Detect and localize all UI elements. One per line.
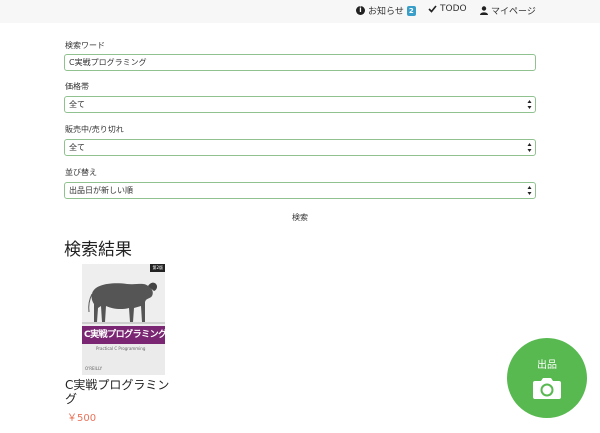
price-label: 価格帯 bbox=[65, 82, 89, 91]
user-icon bbox=[480, 6, 488, 15]
product-price: ￥500 bbox=[67, 413, 97, 424]
sell-button[interactable]: 出品 bbox=[507, 338, 587, 418]
check-icon bbox=[428, 5, 437, 13]
notifications-link[interactable]: i お知らせ 2 bbox=[356, 4, 416, 17]
product-image[interactable]: 第2版 C実戦プログラミング Practical C Programming O… bbox=[82, 264, 165, 375]
cover-title: C実戦プログラミング bbox=[84, 330, 165, 340]
product-title[interactable]: C実戦プログラミング bbox=[65, 378, 180, 406]
info-icon: i bbox=[356, 6, 365, 15]
mypage-link[interactable]: マイページ bbox=[480, 4, 536, 17]
notifications-label: お知らせ bbox=[368, 7, 404, 17]
price-select[interactable]: 全て bbox=[64, 96, 536, 113]
sort-label: 並び替え bbox=[65, 168, 97, 177]
results-title: 検索結果 bbox=[64, 240, 132, 260]
select-arrows-icon bbox=[527, 143, 532, 152]
cow-illustration bbox=[82, 264, 165, 330]
cover-title-band: C実戦プログラミング bbox=[82, 326, 165, 344]
keyword-label: 検索ワード bbox=[65, 41, 105, 50]
status-label: 販売中/売り切れ bbox=[65, 125, 124, 134]
sort-select[interactable]: 出品日が新しい順 bbox=[64, 182, 536, 199]
sort-select-value: 出品日が新しい順 bbox=[69, 186, 133, 195]
search-button[interactable]: 検索 bbox=[280, 212, 320, 223]
sell-button-label: 出品 bbox=[537, 360, 557, 371]
todo-label: TODO bbox=[440, 4, 467, 14]
status-select[interactable]: 全て bbox=[64, 139, 536, 156]
camera-icon bbox=[533, 378, 561, 399]
cover-subtitle: Practical C Programming bbox=[96, 346, 146, 351]
top-navbar: i お知らせ 2 TODO マイページ bbox=[0, 0, 600, 23]
select-arrows-icon bbox=[527, 100, 532, 109]
price-select-value: 全て bbox=[69, 100, 85, 109]
select-arrows-icon bbox=[527, 186, 532, 195]
keyword-input[interactable]: C実戦プログラミング bbox=[64, 54, 536, 71]
status-select-value: 全て bbox=[69, 143, 85, 152]
mypage-label: マイページ bbox=[491, 7, 536, 17]
cover-publisher: O'REILLY bbox=[85, 366, 103, 371]
notifications-badge: 2 bbox=[406, 5, 416, 16]
todo-link[interactable]: TODO bbox=[428, 4, 467, 14]
edition-stamp: 第2版 bbox=[150, 264, 165, 272]
